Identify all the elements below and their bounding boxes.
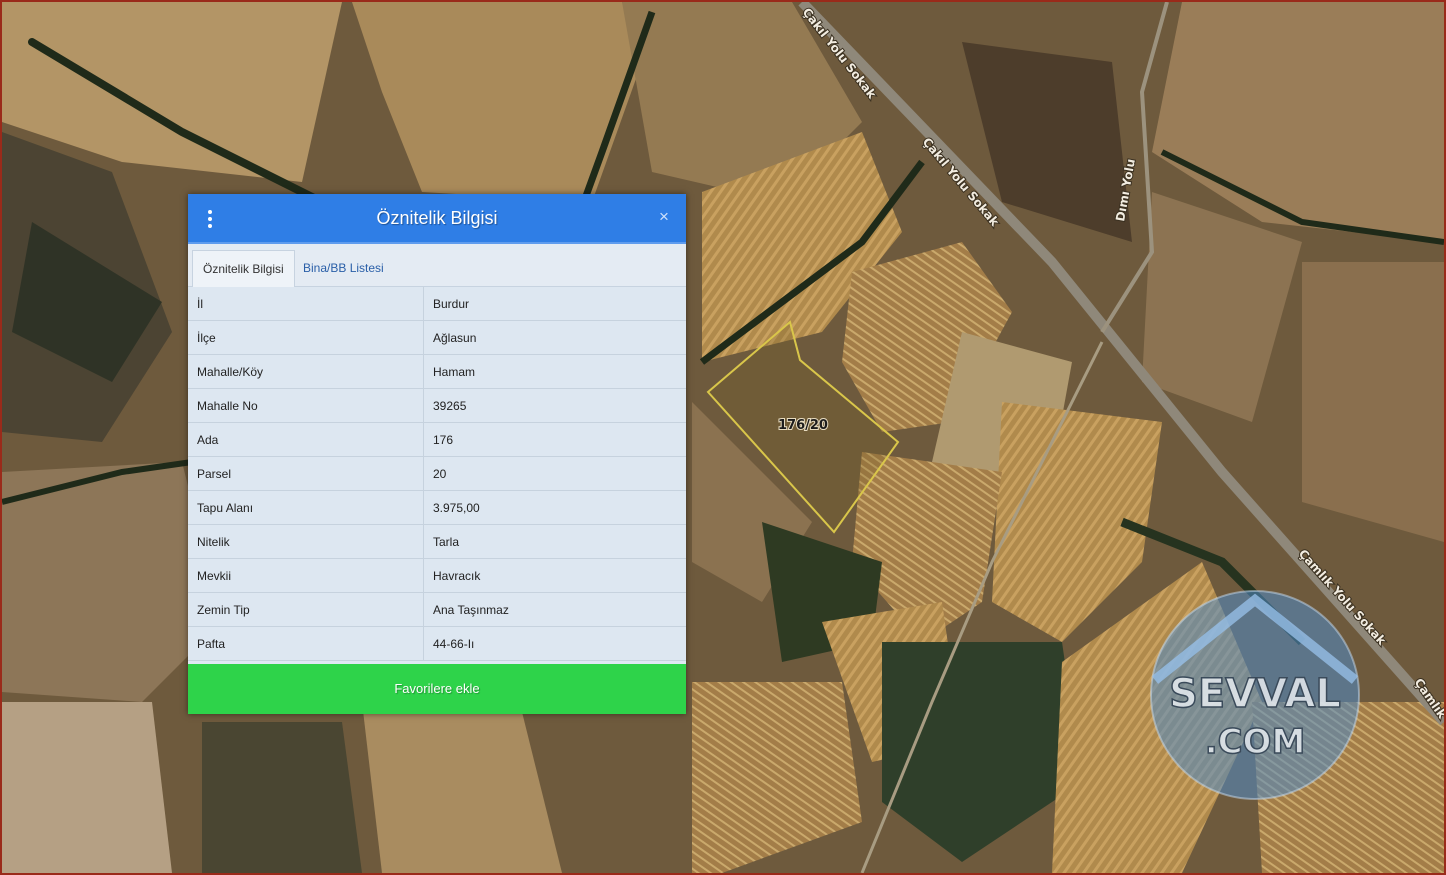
table-row: Mevkii Havracık	[188, 558, 686, 593]
parcel-label: 176/20	[778, 418, 828, 433]
attribute-value: Tarla	[423, 524, 686, 559]
attribute-value: Ana Taşınmaz	[423, 592, 686, 627]
table-row: Nitelik Tarla	[188, 524, 686, 559]
attribute-value: Burdur	[423, 287, 686, 321]
attribute-key: Parsel	[188, 456, 424, 491]
table-row: Tapu Alanı 3.975,00	[188, 490, 686, 525]
table-row: Mahalle/Köy Hamam	[188, 354, 686, 389]
watermark-logo: SEVVAL .COM	[1145, 585, 1365, 800]
attribute-key: Ada	[188, 422, 424, 457]
attribute-value: 176	[423, 422, 686, 457]
attribute-panel: Öznitelik Bilgisi × Öznitelik Bilgisi Bi…	[188, 194, 686, 714]
watermark-text-1: SEVVAL	[1169, 671, 1341, 717]
attribute-key: Zemin Tip	[188, 592, 424, 627]
attribute-table: İl Burdur İlçe Ağlasun Mahalle/Köy Hamam Mahal…	[188, 287, 686, 661]
attribute-value: Hamam	[423, 354, 686, 389]
table-row: Zemin Tip Ana Taşınmaz	[188, 592, 686, 627]
attribute-value: Havracık	[423, 558, 686, 593]
attribute-value: 3.975,00	[423, 490, 686, 525]
attribute-value: 39265	[423, 388, 686, 423]
table-row: İlçe Ağlasun	[188, 320, 686, 355]
close-icon[interactable]: ×	[656, 208, 672, 226]
panel-title: Öznitelik Bilgisi	[376, 208, 498, 228]
watermark-text-2: .COM	[1205, 722, 1306, 762]
attribute-key: İlçe	[188, 320, 424, 355]
attribute-key: Mahalle/Köy	[188, 354, 424, 389]
tab-building-list[interactable]: Bina/BB Listesi	[293, 250, 394, 286]
panel-header: Öznitelik Bilgisi ×	[188, 194, 686, 244]
tab-bar: Öznitelik Bilgisi Bina/BB Listesi	[188, 244, 686, 287]
attribute-key: Nitelik	[188, 524, 424, 559]
attribute-value: 44-66-Iı	[423, 626, 686, 661]
attribute-key: Pafta	[188, 626, 424, 661]
attribute-key: Mevkii	[188, 558, 424, 593]
add-favorite-button[interactable]: Favorilere ekle	[188, 664, 686, 714]
table-row: Pafta 44-66-Iı	[188, 626, 686, 661]
table-row: Ada 176	[188, 422, 686, 457]
table-row: İl Burdur	[188, 287, 686, 321]
attribute-value: 20	[423, 456, 686, 491]
attribute-key: Tapu Alanı	[188, 490, 424, 525]
attribute-value: Ağlasun	[423, 320, 686, 355]
attribute-key: Mahalle No	[188, 388, 424, 423]
table-row: Parsel 20	[188, 456, 686, 491]
attribute-key: İl	[188, 287, 424, 321]
tab-attribute-info[interactable]: Öznitelik Bilgisi	[192, 250, 295, 287]
table-row: Mahalle No 39265	[188, 388, 686, 423]
